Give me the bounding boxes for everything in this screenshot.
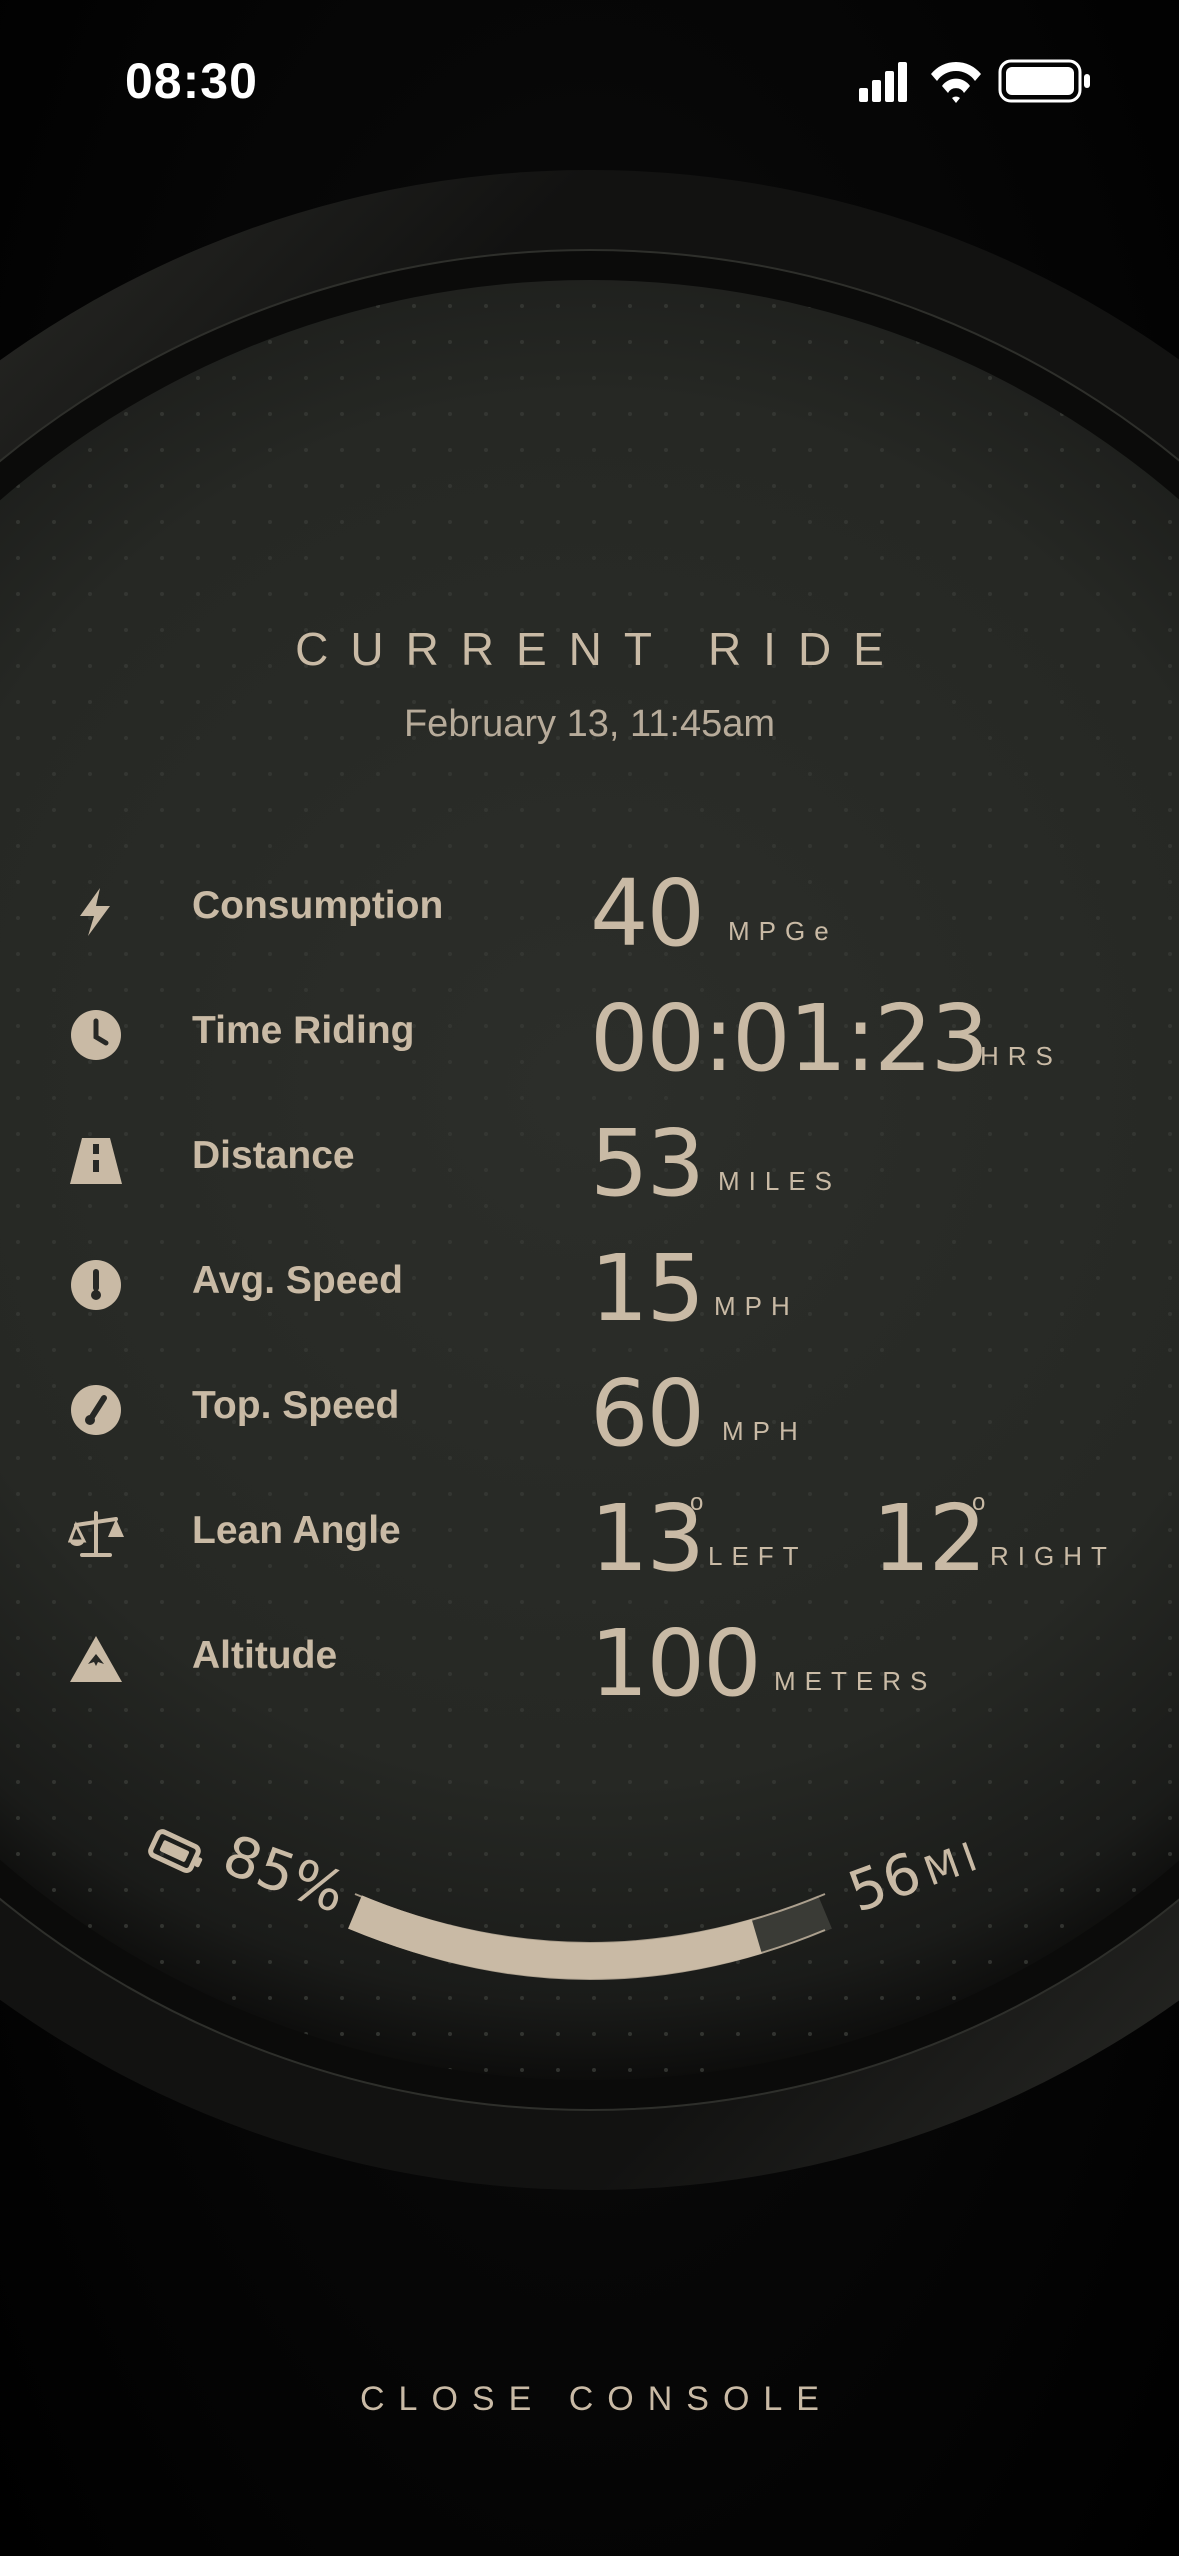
battery-gauge: 85% 56MI	[148, 1818, 990, 1980]
battery-percent: 85%	[215, 1823, 354, 1927]
battery-icon	[148, 1829, 203, 1874]
svg-text:56MI: 56MI	[840, 1818, 990, 1925]
battery-range-value: 56	[840, 1840, 929, 1925]
close-console-button[interactable]: CLOSE CONSOLE	[0, 2380, 1179, 2419]
ride-console-screen: 08:30 CURRENT RIDE February 13, 11:45am …	[0, 0, 1179, 2556]
battery-range-unit: MI	[918, 1832, 989, 1895]
